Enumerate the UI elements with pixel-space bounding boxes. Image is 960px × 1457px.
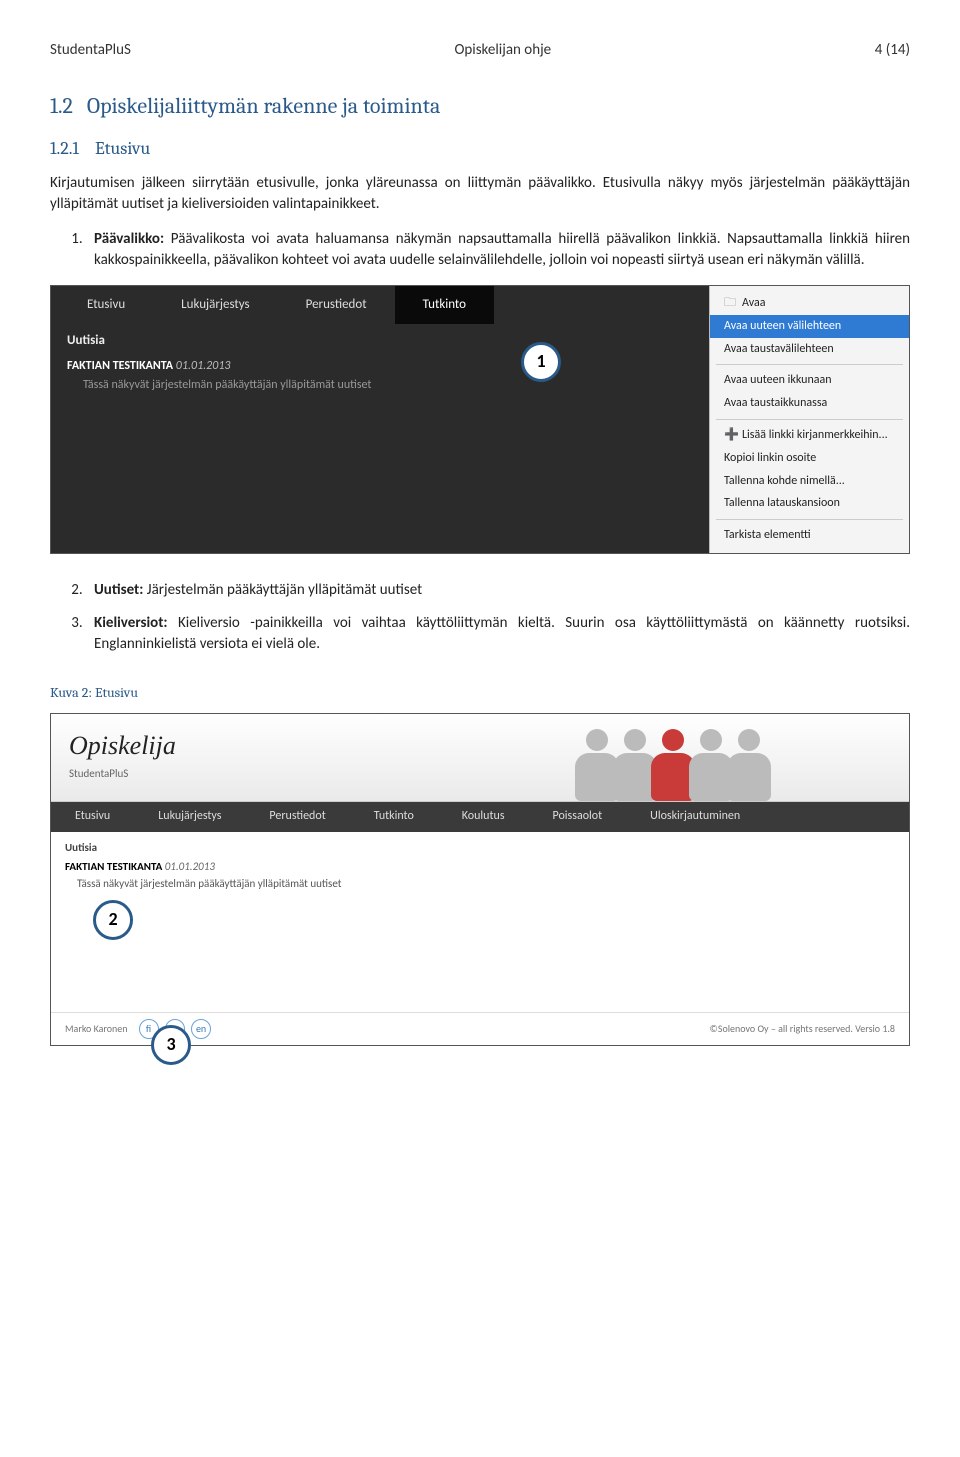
callout-1: 1 [521,342,561,382]
nav2-uloskirjautuminen[interactable]: Uloskirjautuminen [626,802,764,832]
ctx-avaa-uuteen-valilehteen[interactable]: Avaa uuteen välilehteen [710,315,909,338]
sub-num: 1.2.1 [50,138,79,159]
plus-icon: ➕ [724,427,738,444]
banner: Opiskelija StudentaPluS [51,714,909,802]
ctx-separator [716,364,903,365]
banner-title: Opiskelija [69,728,176,764]
sub-heading: 1.2.1 Etusivu [50,136,910,161]
item1-text: Päävalikosta voi avata haluamansa näkymä… [94,230,910,269]
folder-icon: 🗀 [724,295,738,312]
nav2-tutkinto[interactable]: Tutkinto [350,802,438,832]
ctx-kopioi-linkin-osoite[interactable]: Kopioi linkin osoite [710,447,909,470]
footer-copyright: ©Solenovo Oy – all rights reserved. Vers… [710,1022,895,1036]
ctx-tallenna-kohde-nimella[interactable]: Tallenna kohde nimellä... [710,470,909,493]
intro-paragraph: Kirjautumisen jälkeen siirrytään etusivu… [50,173,910,215]
callout-3: 3 [151,1025,191,1065]
ctx-lisaa-kirjanmerkkeihin[interactable]: ➕Lisää linkki kirjanmerkkeihin... [710,424,909,447]
banner-people-graphic [437,714,909,801]
header-left: StudentaPluS [50,40,131,61]
news2-body: Tässä näkyvät järjestelmän pääkäyttäjän … [65,876,895,891]
callout-2: 2 [93,900,133,940]
ctx-tarkista-elementti[interactable]: Tarkista elementti [710,524,909,547]
item2-bold: Uutiset: [94,581,143,599]
nav2-perustiedot[interactable]: Perustiedot [245,802,349,832]
news-date: 01.01.2013 [176,359,231,373]
sub-title: Etusivu [95,138,150,159]
ctx-tallenna-latauskansioon[interactable]: Tallenna latauskansioon [710,492,909,515]
banner-subtitle: StudentaPluS [69,766,176,781]
ctx-separator [716,519,903,520]
news-bold: FAKTIAN TESTIKANTA [67,359,173,373]
ctx-avaa-uuteen-ikkunaan[interactable]: Avaa uuteen ikkunaan [710,369,909,392]
context-menu: 🗀Avaa Avaa uuteen välilehteen Avaa taust… [709,286,909,553]
footer-username: Marko Karonen [65,1022,127,1035]
header-right: 4 (14) [875,40,910,61]
news2-bold: FAKTIAN TESTIKANTA [65,860,162,873]
item2-text: Järjestelmän pääkäyttäjän ylläpitämät uu… [143,581,422,599]
main-nav: Etusivu Lukujärjestys Perustiedot Tutkin… [51,286,709,324]
news2-date: 01.01.2013 [165,860,215,873]
page-header: StudentaPluS Opiskelijan ohje 4 (14) [50,40,910,61]
news2-heading: Uutisia [65,840,895,855]
ctx-avaa-taustavalilehteen[interactable]: Avaa taustavälilehteen [710,338,909,361]
nav-perustiedot[interactable]: Perustiedot [278,286,395,324]
news2-line1: FAKTIAN TESTIKANTA 01.01.2013 [65,859,895,874]
nav-etusivu[interactable]: Etusivu [59,286,153,324]
item3-text: Kieliversio -painikkeilla voi vaihtaa kä… [94,614,910,653]
section-heading: 1.2 Opiskelijaliittymän rakenne ja toimin… [50,91,910,122]
main-nav-full: Etusivu Lukujärjestys Perustiedot Tutkin… [51,802,909,832]
list-item-3: Kieliversiot: Kieliversio -painikkeilla … [86,613,910,655]
nav2-etusivu[interactable]: Etusivu [51,802,134,832]
news-headline: FAKTIAN TESTIKANTA 01.01.2013 [51,352,709,375]
nav2-poissaolot[interactable]: Poissaolot [529,802,627,832]
ctx-avaa-taustaikkunassa[interactable]: Avaa taustaikkunassa [710,392,909,415]
screenshot-1: Etusivu Lukujärjestys Perustiedot Tutkin… [50,285,910,554]
list-item-2: Uutiset: Järjestelmän pääkäyttäjän ylläp… [86,580,910,601]
item3-bold: Kieliversiot: [94,614,168,632]
uutisia-label: Uutisia [51,324,709,352]
section-title: Opiskelijaliittymän rakenne ja toiminta [87,93,440,119]
screenshot-2: Opiskelija StudentaPluS Etusivu Lukujärj… [50,713,910,1046]
ctx-separator [716,419,903,420]
header-center: Opiskelijan ohje [454,40,551,61]
lang-en-button[interactable]: en [191,1019,211,1039]
section-num: 1.2 [50,93,73,119]
list-item-1: Päävalikko: Päävalikosta voi avata halua… [86,229,910,271]
nav2-koulutus[interactable]: Koulutus [438,802,529,832]
nav-lukujarjestys[interactable]: Lukujärjestys [153,286,277,324]
item1-bold: Päävalikko: [94,230,164,248]
nav2-lukujarjestys[interactable]: Lukujärjestys [134,802,245,832]
ctx-avaa[interactable]: 🗀Avaa [710,292,909,315]
nav-tutkinto[interactable]: Tutkinto [395,286,494,324]
news-body: Tässä näkyvät järjestelmän pääkäyttäjän … [51,375,709,400]
figure-caption: Kuva 2: Etusivu [50,683,910,703]
